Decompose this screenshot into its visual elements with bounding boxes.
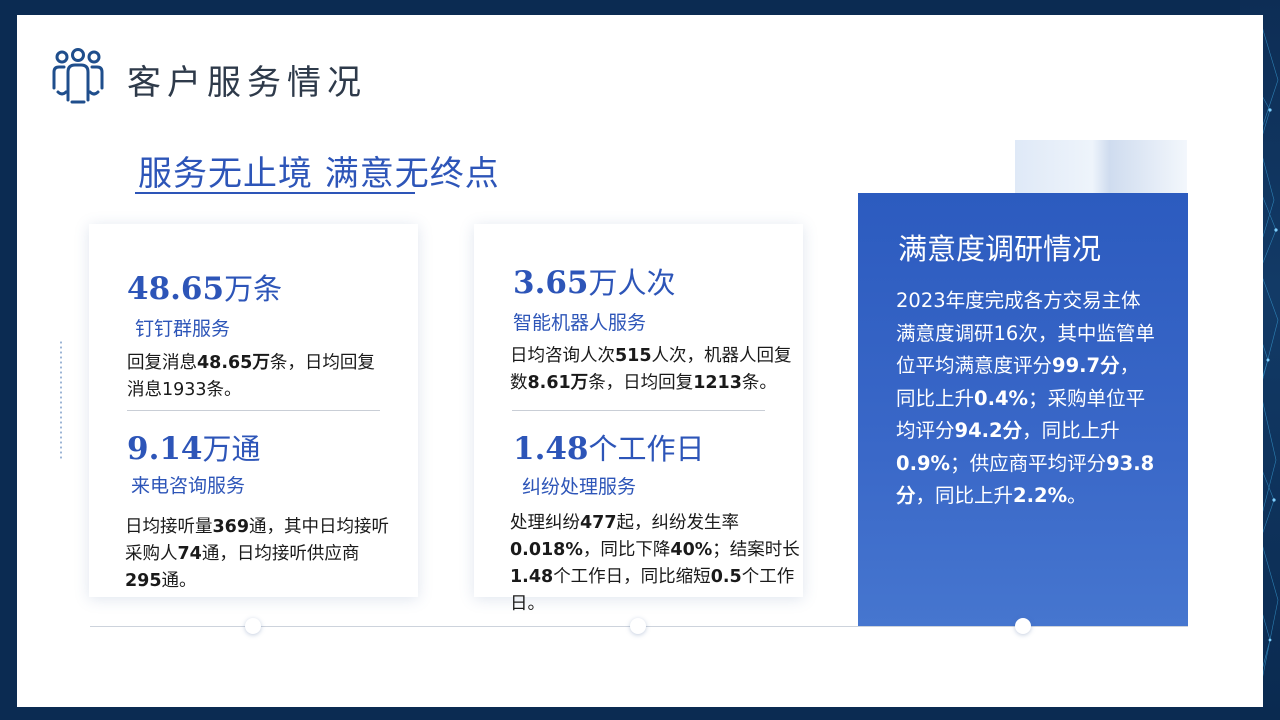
stat-label: 来电咨询服务 — [131, 475, 246, 497]
card-divider — [512, 410, 765, 411]
page-subtitle: 服务无止境 满意无终点 — [138, 154, 500, 194]
users-icon — [50, 48, 106, 104]
timeline-node — [630, 618, 646, 634]
timeline-node — [245, 618, 261, 634]
stat-card-2: 3.65万人次 智能机器人服务 日均咨询人次515人次，机器人回复数8.61万条… — [474, 224, 803, 614]
survey-title: 满意度调研情况 — [898, 232, 1102, 266]
stat-label: 智能机器人服务 — [513, 312, 647, 334]
stat-desc: 日均咨询人次515人次，机器人回复数8.61万条，日均回复1213条。 — [510, 346, 792, 393]
stat-value: 1.48个工作日 — [513, 431, 705, 467]
stat-desc: 日均接听量369通，其中日均接听采购人74通，日均接听供应商295通。 — [125, 517, 390, 591]
decorative-dots — [60, 340, 62, 460]
stat-value: 48.65万条 — [127, 271, 283, 307]
survey-text: 2023年度完成各方交易主体满意度调研16次，其中监管单位平均满意度评分99.7… — [896, 289, 1155, 507]
decorative-photo — [1015, 140, 1187, 198]
stat-label: 纠纷处理服务 — [522, 476, 637, 498]
page-title: 客户服务情况 — [127, 63, 367, 103]
subtitle-underline — [135, 192, 415, 194]
stat-desc: 回复消息48.65万条，日均回复消息1933条。 — [127, 353, 375, 400]
stat-card-1: 48.65万条 钉钉群服务 回复消息48.65万条，日均回复消息1933条。 9… — [89, 224, 418, 597]
stat-desc: 处理纠纷477起，纠纷发生率0.018%，同比下降40%；结案时长1.48个工作… — [510, 513, 800, 614]
stat-value: 3.65万人次 — [513, 265, 676, 301]
survey-panel: 满意度调研情况 2023年度完成各方交易主体满意度调研16次，其中监管单位平均满… — [858, 193, 1188, 627]
stat-value: 9.14万通 — [127, 431, 261, 467]
stat-label: 钉钉群服务 — [135, 318, 231, 340]
card-divider — [127, 410, 380, 411]
timeline-node-active — [1015, 618, 1031, 634]
